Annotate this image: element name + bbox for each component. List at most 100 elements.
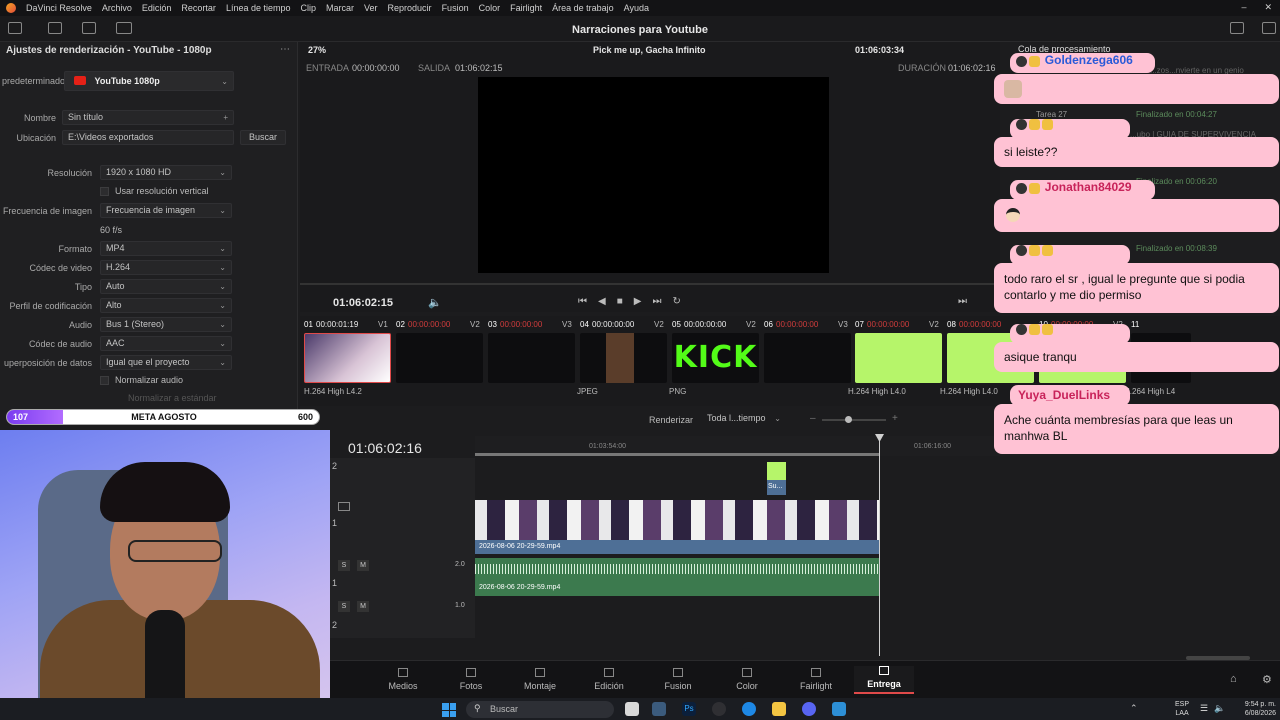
clip-thumbnail[interactable] bbox=[488, 333, 575, 383]
track-a2-label: 2 bbox=[332, 620, 338, 630]
film-strip-icon[interactable] bbox=[338, 502, 350, 511]
more-icon[interactable]: ⋯ bbox=[280, 44, 290, 55]
page-tab-medios[interactable]: Medios bbox=[373, 668, 433, 691]
page-tab-edición[interactable]: Edición bbox=[579, 668, 639, 691]
zoom-in-icon[interactable]: + bbox=[892, 413, 898, 424]
page-tab-fusion[interactable]: Fusion bbox=[648, 668, 708, 691]
menu-item[interactable]: Ayuda bbox=[624, 3, 649, 13]
menu-item[interactable]: Marcar bbox=[326, 3, 354, 13]
page-tab-color[interactable]: Color bbox=[717, 668, 777, 691]
resolution-dropdown[interactable]: 1920 x 1080 HD ⌄ bbox=[100, 165, 232, 180]
add-icon[interactable]: + bbox=[223, 111, 228, 124]
clip-thumbnail[interactable] bbox=[855, 333, 942, 383]
home-icon[interactable]: ⌂ bbox=[1230, 673, 1237, 685]
timeline-small-clip[interactable] bbox=[767, 462, 786, 480]
video-clip-thumbnails[interactable] bbox=[475, 500, 879, 540]
solo-button[interactable]: S bbox=[338, 601, 350, 612]
clip-thumbnail[interactable] bbox=[396, 333, 483, 383]
scrubber-bar[interactable] bbox=[300, 283, 1000, 285]
task-view-icon[interactable] bbox=[625, 702, 639, 716]
close-icon[interactable]: ✕ bbox=[1264, 2, 1272, 13]
menu-item[interactable]: Reproducir bbox=[388, 3, 432, 13]
video-clip[interactable]: 2026-08-06 20-29-59.mp4 bbox=[475, 540, 879, 554]
photoshop-icon[interactable]: Ps bbox=[682, 702, 696, 716]
clip-timecode: 00:00:00:00 bbox=[867, 320, 910, 329]
page-tab-fotos[interactable]: Fotos bbox=[441, 668, 501, 691]
profile-value: Alto bbox=[106, 300, 122, 310]
gear-icon[interactable]: ⚙ bbox=[1262, 673, 1272, 686]
zoom-slider[interactable] bbox=[822, 419, 886, 421]
page-tab-montaje[interactable]: Montaje bbox=[510, 668, 570, 691]
solo-button[interactable]: S bbox=[338, 560, 350, 571]
name-field[interactable]: Sin título + bbox=[62, 110, 234, 125]
clip-thumbnail[interactable] bbox=[304, 333, 391, 383]
first-frame-icon[interactable]: ⏮ bbox=[578, 296, 587, 307]
clip-thumbnail[interactable] bbox=[580, 333, 667, 383]
mute-button[interactable]: M bbox=[357, 560, 369, 571]
menu-item[interactable]: Clip bbox=[300, 3, 316, 13]
reverse-icon[interactable]: ◀ bbox=[598, 296, 606, 307]
taskbar-search[interactable]: Buscar bbox=[466, 701, 614, 718]
app-icon[interactable] bbox=[712, 702, 726, 716]
speaker-icon[interactable]: 🔈 bbox=[1214, 703, 1225, 714]
chevron-up-icon[interactable]: ⌃ bbox=[1130, 703, 1138, 714]
app-icon[interactable] bbox=[832, 702, 846, 716]
audio-dropdown[interactable]: Bus 1 (Stereo) ⌄ bbox=[100, 317, 232, 332]
playhead[interactable] bbox=[879, 436, 880, 656]
windows-start-icon[interactable] bbox=[442, 703, 456, 717]
last-frame-icon[interactable]: ⏭ bbox=[652, 296, 661, 307]
clip-thumbnail[interactable]: KICK bbox=[672, 333, 759, 383]
location-field[interactable]: E:\Videos exportados bbox=[62, 130, 234, 145]
menu-item[interactable]: Línea de tiempo bbox=[226, 3, 291, 13]
layout-icon[interactable] bbox=[1230, 22, 1244, 34]
mute-button[interactable]: M bbox=[357, 601, 369, 612]
folder-icon[interactable] bbox=[772, 702, 786, 716]
page-tab-entrega[interactable]: Entrega bbox=[854, 666, 914, 694]
menu-item[interactable]: Área de trabajo bbox=[552, 3, 614, 13]
vertical-res-checkbox[interactable] bbox=[100, 187, 109, 196]
zoom-level[interactable]: 27% bbox=[308, 45, 326, 55]
page-tab-fairlight[interactable]: Fairlight bbox=[786, 668, 846, 691]
loop-icon[interactable]: ↻ bbox=[672, 296, 680, 307]
menu-item[interactable]: Fairlight bbox=[510, 3, 542, 13]
clip-number: 06 bbox=[764, 320, 773, 329]
settings-icon[interactable] bbox=[1262, 22, 1276, 34]
profile-dropdown[interactable]: Alto ⌄ bbox=[100, 298, 232, 313]
menu-item[interactable]: Fusion bbox=[442, 3, 469, 13]
track-v2-label: 2 bbox=[332, 461, 338, 471]
menu-item[interactable]: Recortar bbox=[181, 3, 216, 13]
discord-icon[interactable] bbox=[802, 702, 816, 716]
normalize-checkbox[interactable] bbox=[100, 376, 109, 385]
framerate-dropdown[interactable]: Frecuencia de imagen ⌄ bbox=[100, 203, 232, 218]
clock[interactable]: 9:54 p. m. 6/08/2026 bbox=[1236, 700, 1276, 718]
next-clip-icon[interactable]: ⏭ bbox=[958, 296, 967, 307]
menu-item[interactable]: Edición bbox=[142, 3, 172, 13]
zoom-out-icon[interactable]: – bbox=[810, 413, 816, 424]
render-range-dropdown[interactable]: Toda l...tiempo ⌄ bbox=[702, 412, 786, 427]
menu-item[interactable]: Archivo bbox=[102, 3, 132, 13]
type-dropdown[interactable]: Auto ⌄ bbox=[100, 279, 232, 294]
audio-codec-dropdown[interactable]: AAC ⌄ bbox=[100, 336, 232, 351]
menu-item[interactable]: Color bbox=[479, 3, 501, 13]
volume-icon[interactable]: 🔈 bbox=[428, 296, 442, 309]
wifi-icon[interactable]: ☰ bbox=[1200, 703, 1208, 714]
edge-icon[interactable] bbox=[742, 702, 756, 716]
clip-track: V3 bbox=[838, 320, 848, 329]
menu-item[interactable]: Ver bbox=[364, 3, 378, 13]
minimize-icon[interactable]: – bbox=[1241, 2, 1246, 13]
clip-thumbnail[interactable] bbox=[764, 333, 851, 383]
preset-dropdown[interactable]: YouTube 1080p ⌄ bbox=[64, 71, 234, 91]
zoom-slider-handle[interactable] bbox=[845, 416, 852, 423]
clip-name[interactable]: Pick me up, Gacha Infinito bbox=[593, 45, 706, 55]
codec-dropdown[interactable]: H.264 ⌄ bbox=[100, 260, 232, 275]
language-indicator[interactable]: ESP LAA bbox=[1175, 700, 1189, 718]
stop-icon[interactable]: ■ bbox=[617, 296, 623, 307]
play-icon[interactable]: ▶ bbox=[634, 296, 642, 307]
browse-button[interactable]: Buscar bbox=[240, 130, 286, 145]
overlay-dropdown[interactable]: Igual que el proyecto ⌄ bbox=[100, 355, 232, 370]
audio-clip[interactable]: 2026-08-06 20-29-59.mp4 bbox=[475, 558, 879, 596]
search-icon: ⚲ bbox=[474, 703, 481, 713]
format-dropdown[interactable]: MP4 ⌄ bbox=[100, 241, 232, 256]
resolve-taskbar-icon[interactable] bbox=[652, 702, 666, 716]
menu-item[interactable]: DaVinci Resolve bbox=[26, 3, 92, 13]
